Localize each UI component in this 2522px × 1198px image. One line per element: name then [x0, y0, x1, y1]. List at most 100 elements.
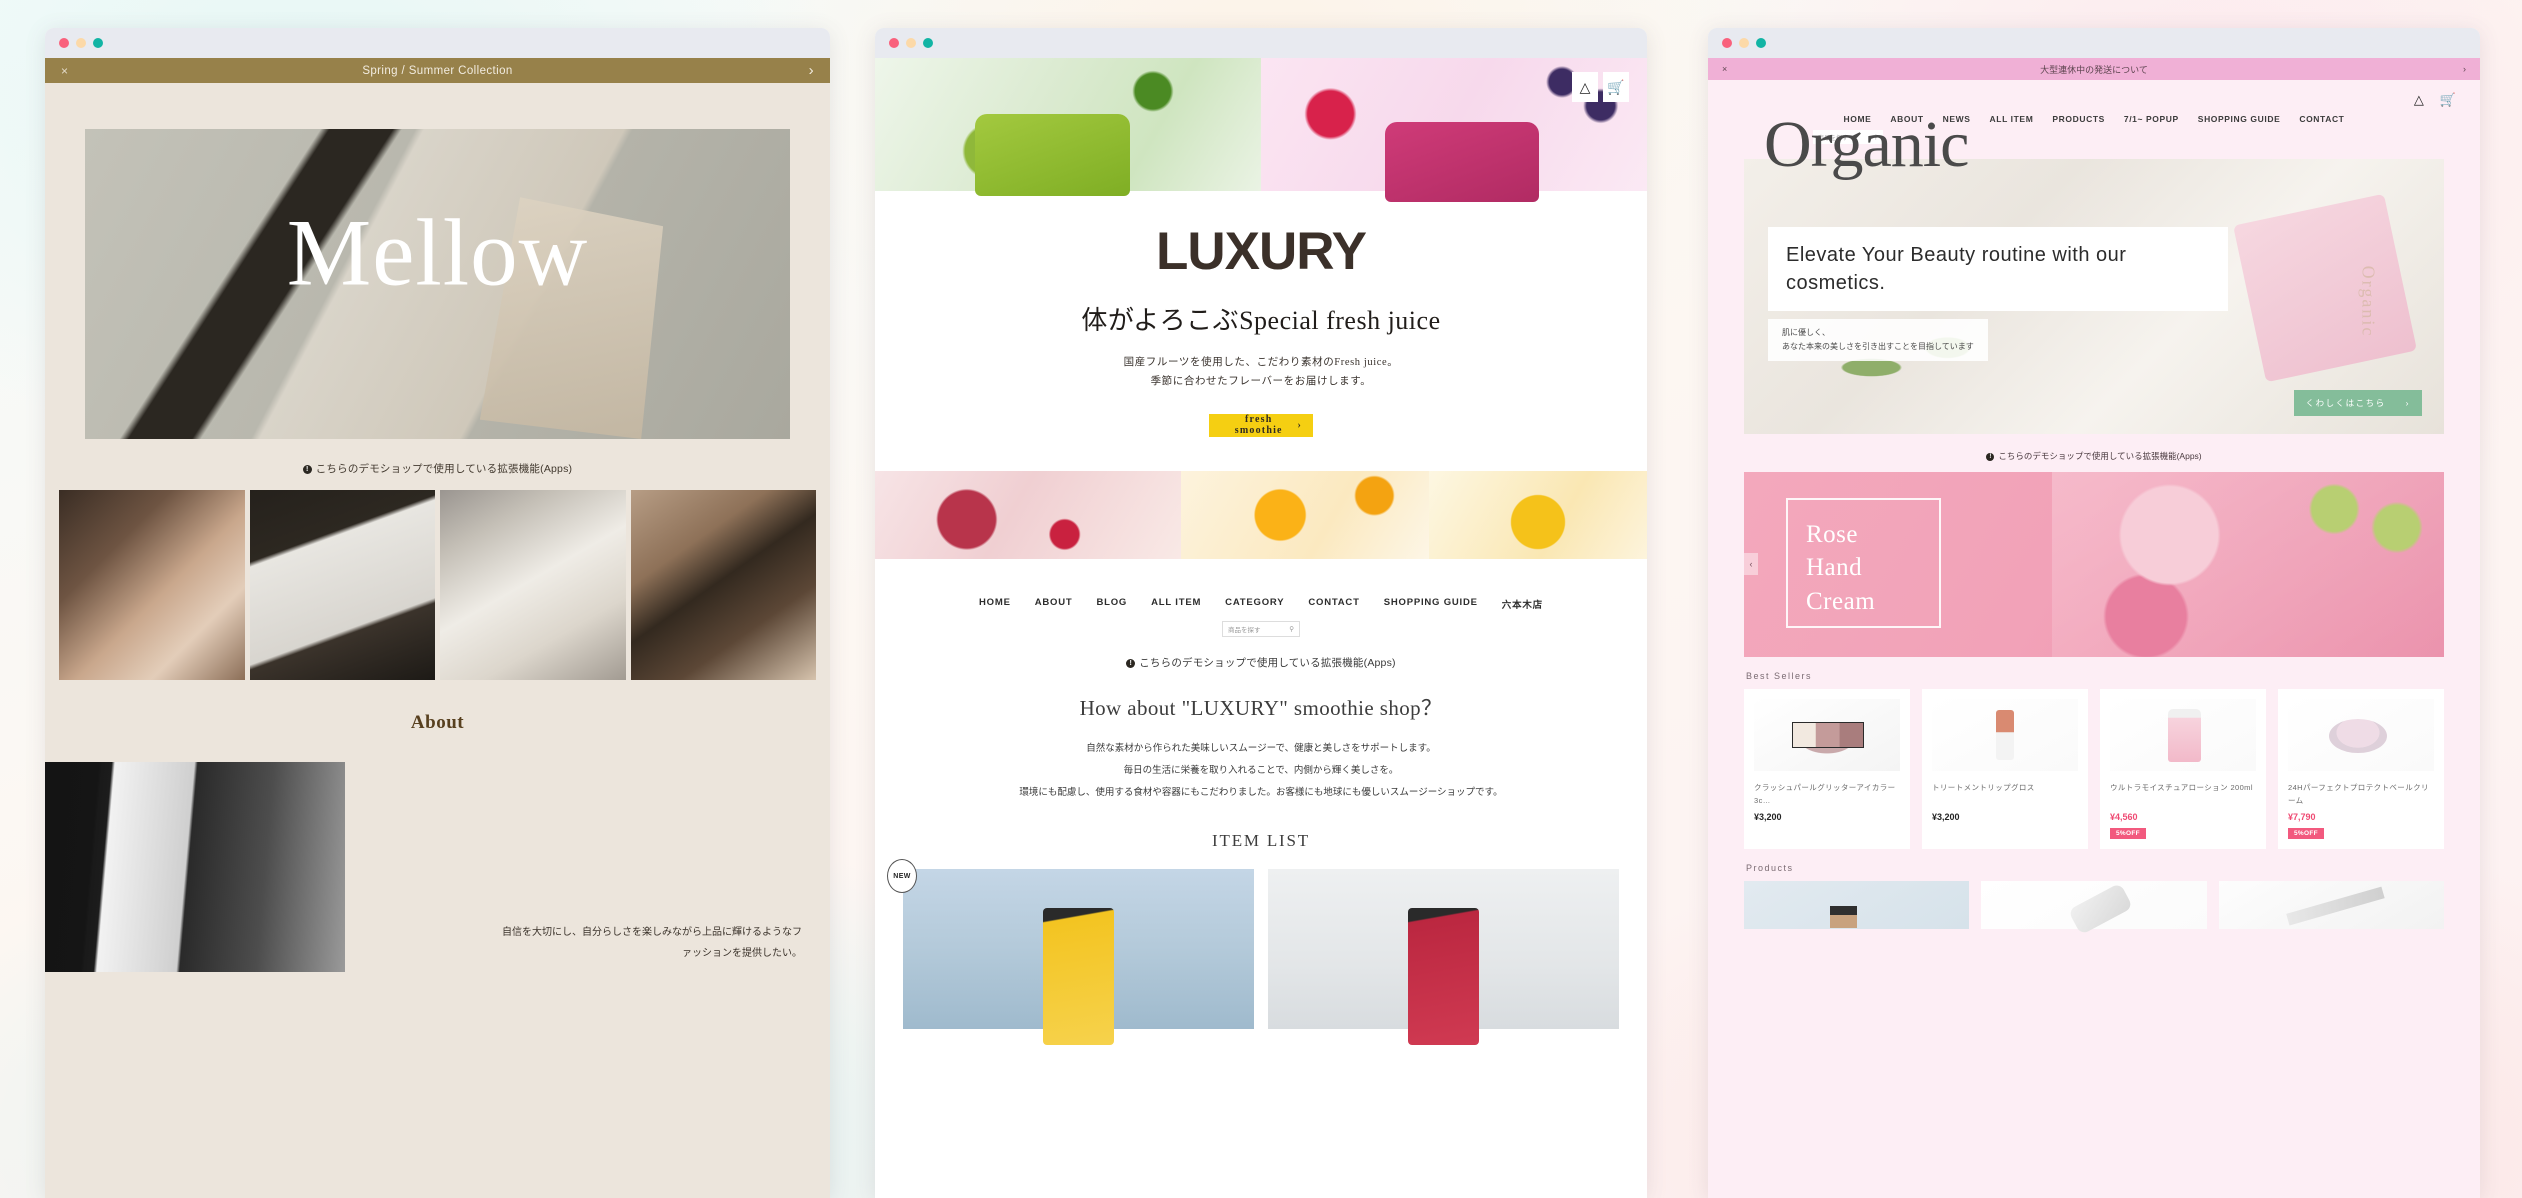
nav-item-roppongi-store[interactable]: 六本木店	[1502, 597, 1543, 611]
hero-watermark: Organic	[2358, 265, 2379, 337]
fresh-smoothie-button[interactable]: fresh smoothie ›	[1209, 413, 1313, 437]
window-titlebar[interactable]	[1708, 28, 2480, 58]
apps-note-text: こちらのデモショップで使用している拡張機能(Apps)	[1998, 450, 2202, 461]
window-close-button[interactable]	[1722, 38, 1732, 48]
window-close-button[interactable]	[889, 38, 899, 48]
apps-note[interactable]: ! こちらのデモショップで使用している拡張機能(Apps)	[1708, 434, 2480, 472]
nav-item-home[interactable]: HOME	[979, 597, 1011, 611]
hero-image-bottom	[875, 470, 1647, 559]
window-minimize-button[interactable]	[906, 38, 916, 48]
discount-badge: 5%OFF	[2110, 827, 2146, 839]
product-card[interactable]: ウルトラモイスチュアローション 200ml ¥4,560 5%OFF	[2100, 688, 2266, 849]
window-close-button[interactable]	[59, 38, 69, 48]
window-minimize-button[interactable]	[76, 38, 86, 48]
product-price: ¥3,200	[1754, 811, 1782, 822]
product-card[interactable]	[2218, 880, 2444, 929]
gallery-image-2[interactable]	[249, 490, 435, 680]
nav-item-all-item[interactable]: ALL ITEM	[1151, 597, 1201, 611]
promo-title-line2: Hand	[1806, 554, 1863, 582]
product-name: クラッシュパールグリッターアイカラー 3c…	[1754, 782, 1896, 805]
browser-window-luxury[interactable]: △ 🛒 LUXURY 体がよろこぶSpecial fresh juice 国産フ…	[875, 28, 1647, 1198]
nav-item-all-item[interactable]: ALL ITEM	[1990, 114, 2034, 124]
about-heading: How about "LUXURY" smoothie shop？	[1079, 695, 1443, 720]
nav-item-category[interactable]: CATEGORY	[1225, 597, 1284, 611]
main-navigation: HOME ABOUT BLOG ALL ITEM CATEGORY CONTAC…	[875, 559, 1647, 637]
about-heading: About	[410, 712, 465, 733]
search-icon[interactable]: ⚲	[1289, 625, 1294, 633]
hero-banner: Mellow	[85, 129, 790, 439]
browser-window-organic[interactable]: × 大型連休中の発送について › △ 🛒 HOME ABOUT NEWS ALL…	[1708, 28, 2480, 1198]
lamp-icon[interactable]: △	[1572, 72, 1598, 102]
announcement-bar[interactable]: × 大型連休中の発送について ›	[1708, 58, 2480, 80]
window-maximize-button[interactable]	[923, 38, 933, 48]
apps-note-text: こちらのデモショップで使用している拡張機能(Apps)	[315, 463, 573, 475]
search-input[interactable]: 商品を探す ⚲	[1222, 620, 1300, 637]
hero-headline-box: Elevate Your Beauty routine with our cos…	[1768, 226, 2228, 311]
item-card-1[interactable]	[903, 869, 1254, 1046]
gallery-image-1[interactable]	[59, 490, 245, 680]
nav-item-shopping-guide[interactable]: SHOPPING GUIDE	[1384, 597, 1478, 611]
chevron-right-icon: ›	[1297, 419, 1302, 431]
header-icons: △ 🛒	[1572, 72, 1629, 102]
nav-item-about[interactable]: ABOUT	[1035, 597, 1073, 611]
hero-subtext-line2: あなた本来の美しさを引き出すことを目指しています	[1782, 341, 1974, 351]
announcement-bar[interactable]: × Spring / Summer Collection ›	[45, 58, 830, 83]
nav-item-contact[interactable]: CONTACT	[1308, 597, 1359, 611]
product-image	[2218, 880, 2444, 929]
chevron-right-icon: ›	[2405, 397, 2410, 408]
hero-subtext-line1: 肌に優しく、	[1782, 327, 1830, 337]
close-icon[interactable]: ×	[61, 64, 68, 78]
image-gallery	[45, 490, 830, 680]
carousel-prev-button[interactable]: ‹	[1744, 553, 1758, 575]
apps-note[interactable]: ! こちらのデモショップで使用している拡張機能(Apps)	[45, 439, 830, 490]
apps-note-text: こちらのデモショップで使用している拡張機能(Apps)	[1139, 656, 1396, 669]
announcement-text: 大型連休中の発送について	[2040, 64, 2148, 75]
product-image	[1981, 880, 2207, 929]
product-card[interactable]: トリートメントリップグロス ¥3,200	[1922, 688, 2088, 849]
item-card-2[interactable]	[1268, 869, 1619, 1046]
hero-description-line2: 季節に合わせたフレーバーをお届けします。	[1150, 376, 1372, 388]
window-minimize-button[interactable]	[1739, 38, 1749, 48]
promo-title-line3: Cream	[1806, 588, 1876, 615]
window-titlebar[interactable]	[45, 28, 830, 58]
about-paragraph-line1: 自信を大切にし、自分らしさを楽しみながら上品に輝けるようなフ	[502, 927, 802, 938]
search-placeholder: 商品を探す	[1228, 626, 1261, 634]
nav-item-contact[interactable]: CONTACT	[2299, 114, 2344, 124]
window-maximize-button[interactable]	[93, 38, 103, 48]
promo-banner[interactable]: ‹ Rose Hand Cream	[1744, 471, 2444, 657]
hero-subtitle: 体がよろこぶSpecial fresh juice	[1081, 306, 1441, 335]
nav-item-popup[interactable]: 7/1~ POPUP	[2124, 114, 2179, 124]
about-paragraph: 自信を大切にし、自分らしさを楽しみながら上品に輝けるようなフ ァッションを提供し…	[345, 922, 830, 972]
product-card[interactable]	[1981, 880, 2207, 929]
about-paragraph: 自然な素材から作られた美味しいスムージーで、健康と美しさをサポートします。 毎日…	[875, 722, 1647, 804]
discount-badge: 5%OFF	[2288, 827, 2324, 839]
chevron-right-icon[interactable]: ›	[809, 62, 814, 79]
hero-image-green	[875, 58, 1261, 197]
about-section: 自信を大切にし、自分らしさを楽しみながら上品に輝けるようなフ ァッションを提供し…	[45, 734, 830, 972]
learn-more-label: くわしくはこちら	[2305, 397, 2386, 408]
page-viewport-luxury: △ 🛒 LUXURY 体がよろこぶSpecial fresh juice 国産フ…	[875, 58, 1647, 1198]
product-card[interactable]: 24Hパーフェクトプロテクトベールクリーム ¥7,790 5%OFF	[2278, 688, 2444, 849]
window-titlebar[interactable]	[875, 28, 1647, 58]
product-card[interactable]	[1744, 880, 1970, 929]
window-maximize-button[interactable]	[1756, 38, 1766, 48]
learn-more-button[interactable]: くわしくはこちら ›	[2293, 389, 2422, 416]
nav-item-shopping-guide[interactable]: SHOPPING GUIDE	[2198, 114, 2281, 124]
cart-icon[interactable]: 🛒	[1603, 72, 1629, 102]
hero-description-line1: 国産フルーツを使用した、こだわり素材のFresh juice。	[1123, 357, 1399, 368]
browser-window-mellow[interactable]: × Spring / Summer Collection › Mellow ! こ…	[45, 28, 830, 1198]
nav-item-products[interactable]: PRODUCTS	[2052, 114, 2105, 124]
section-heading-best-sellers: Best Sellers	[1746, 670, 1813, 681]
lamp-icon[interactable]: △	[2414, 92, 2424, 108]
product-image	[2288, 698, 2434, 771]
hero-image-top: △ 🛒	[875, 58, 1647, 202]
gallery-image-3[interactable]	[440, 490, 626, 680]
gallery-image-4[interactable]	[630, 490, 816, 680]
product-image	[1744, 880, 1970, 929]
product-card[interactable]: クラッシュパールグリッターアイカラー 3c… ¥3,200	[1744, 688, 1910, 849]
cart-icon[interactable]: 🛒	[2440, 92, 2456, 108]
about-image	[45, 762, 345, 972]
juice-image-lemon	[1428, 470, 1647, 559]
apps-note[interactable]: ! こちらのデモショップで使用している拡張機能(Apps)	[875, 637, 1647, 670]
nav-item-blog[interactable]: BLOG	[1096, 597, 1127, 611]
